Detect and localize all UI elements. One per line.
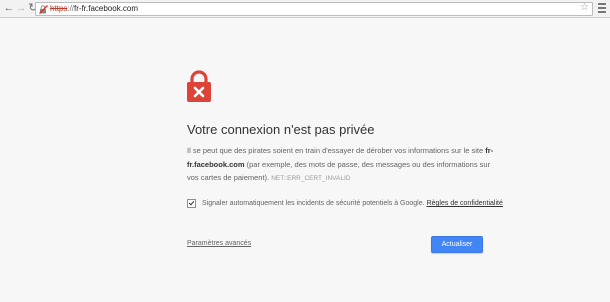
back-arrow-icon[interactable]: ←	[3, 2, 15, 16]
advanced-settings-link[interactable]: Paramètres avancés	[187, 240, 251, 247]
report-checkbox-label: Signaler automatiquement les incidents d…	[202, 200, 425, 207]
error-message: Il se peut que des pirates soient en tra…	[187, 144, 497, 186]
privacy-policy-link[interactable]: Règles de confidentialité	[427, 200, 503, 207]
address-bar[interactable]: https :// fr-fr.facebook.com ☆	[35, 2, 593, 16]
message-text: Il se peut que des pirates soient en tra…	[187, 146, 486, 155]
browser-toolbar: ← → ↻ https :// fr-fr.facebook.com ☆	[0, 0, 610, 18]
broken-lock-icon[interactable]	[39, 4, 48, 14]
error-code: NET::ERR_CERT_INVALID	[271, 175, 351, 182]
star-icon[interactable]: ☆	[580, 2, 589, 14]
broken-lock-icon	[187, 70, 211, 102]
hamburger-menu-icon[interactable]	[598, 3, 606, 13]
url-scheme: https	[50, 4, 68, 13]
forward-arrow-icon[interactable]: →	[15, 2, 27, 16]
report-checkbox[interactable]	[187, 199, 196, 208]
reload-button[interactable]: Actualiser	[431, 236, 483, 253]
page-title: Votre connexion n'est pas privée	[187, 122, 375, 137]
report-option: Signaler automatiquement les incidents d…	[187, 199, 507, 208]
url-host: fr-fr.facebook.com	[74, 4, 139, 13]
url-separator: ://	[67, 4, 75, 13]
